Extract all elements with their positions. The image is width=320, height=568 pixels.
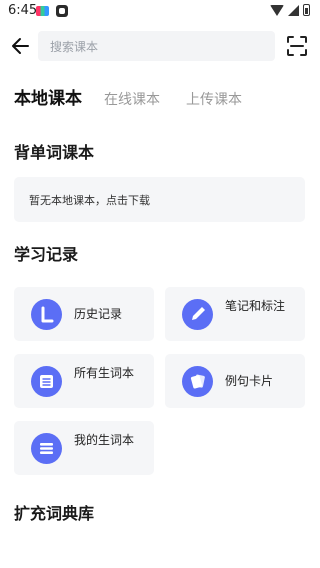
vocab-books-title: 背单词课本 [14,143,95,162]
my-wordbook-label: 我的生词本 [74,433,135,447]
example-cards-label: 例句卡片 [225,374,274,388]
wifi-icon [270,4,284,16]
cards-icon [182,366,213,397]
notes-label: 笔记和标注 [225,299,286,313]
history-icon [31,299,62,330]
notes-card[interactable]: 笔记和标注 [165,287,305,341]
notebook-icon [31,366,62,397]
all-wordbooks-label: 所有生词本 [74,366,135,380]
expand-dictionary-title: 扩充词典库 [14,504,95,523]
top-bar: 搜索课本 [0,30,320,62]
all-wordbooks-card[interactable]: 所有生词本 [14,354,154,408]
example-cards-card[interactable]: 例句卡片 [165,354,305,408]
status-time: 6:45 [8,3,38,18]
list-icon [31,433,62,464]
empty-textbooks-card[interactable]: 暂无本地课本，点击下载 [14,177,305,222]
study-records-title: 学习记录 [14,245,79,264]
battery-icon [303,4,310,16]
app-notification-icon [36,6,49,16]
my-wordbook-card[interactable]: 我的生词本 [14,421,154,475]
search-placeholder: 搜索课本 [50,40,99,54]
signal-icon [288,4,299,16]
scan-icon [287,36,307,56]
search-input[interactable]: 搜索课本 [38,31,275,61]
empty-textbooks-message: 暂无本地课本，点击下载 [29,194,150,207]
history-record-label: 历史记录 [74,307,123,321]
pencil-icon [182,299,213,330]
shield-notification-icon [56,5,68,17]
tab-bar: 本地课本 在线课本 上传课本 [14,84,242,109]
back-button[interactable] [8,32,34,60]
tab-upload-textbooks[interactable]: 上传课本 [186,89,242,109]
tab-online-textbooks[interactable]: 在线课本 [104,89,160,109]
tab-local-textbooks[interactable]: 本地课本 [14,84,82,109]
arrow-left-icon [12,38,29,54]
scan-button[interactable] [285,34,309,58]
status-bar: 6:45 [0,0,320,24]
history-record-card[interactable]: 历史记录 [14,287,154,341]
